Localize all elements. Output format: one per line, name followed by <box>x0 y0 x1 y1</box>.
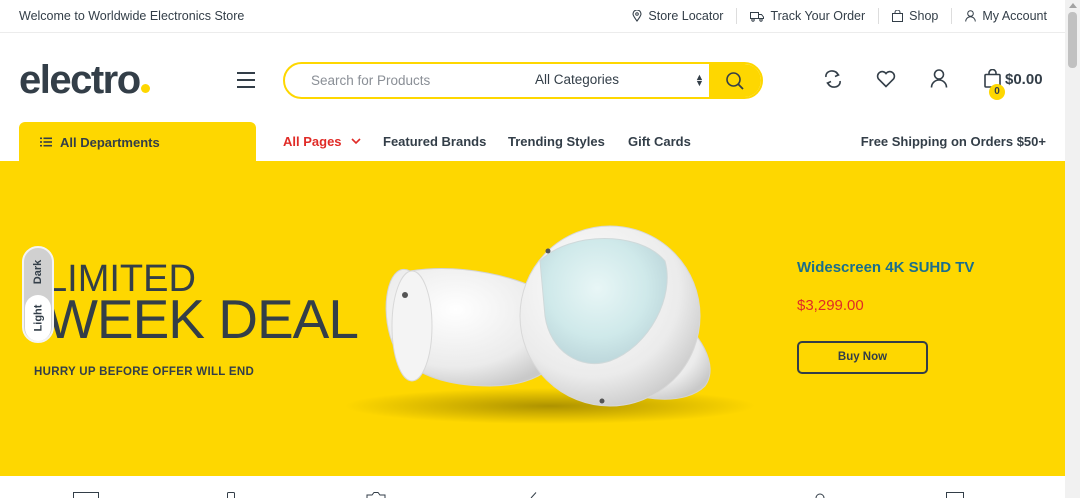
search-button[interactable] <box>709 64 761 97</box>
phone-icon <box>227 492 235 498</box>
free-shipping-promo: Free Shipping on Orders $50+ <box>860 134 1046 149</box>
site-logo[interactable]: electro <box>19 56 150 104</box>
search-input[interactable] <box>285 64 525 97</box>
heart-icon[interactable] <box>876 70 896 88</box>
welcome-text: Welcome to Worldwide Electronics Store <box>19 9 245 23</box>
hero-subtitle: HURRY UP BEFORE OFFER WILL END <box>34 366 255 378</box>
nav-trending-styles[interactable]: Trending Styles <box>508 134 605 149</box>
top-links: Store Locator Track Your Order Shop My A… <box>619 8 1047 24</box>
shopping-bag-icon <box>892 10 904 22</box>
track-order-label: Track Your Order <box>770 9 866 23</box>
light-mode-option[interactable]: Light <box>25 295 51 341</box>
hero-product-name[interactable]: Widescreen 4K SUHD TV <box>797 259 974 276</box>
category-select[interactable]: All Categories <box>535 72 619 87</box>
shop-label: Shop <box>909 9 939 23</box>
hero-banner: LIMITED WEEK DEAL HURRY UP BEFORE OFFER … <box>0 161 1065 476</box>
hero-product-price: $3,299.00 <box>797 297 864 314</box>
list-icon <box>40 137 52 147</box>
nav-all-pages[interactable]: All Pages <box>283 134 361 149</box>
buy-now-button[interactable]: Buy Now <box>797 341 928 374</box>
compare-icon[interactable] <box>823 70 843 88</box>
nav-gift-cards[interactable]: Gift Cards <box>628 134 691 149</box>
cart-total[interactable]: $0.00 <box>1005 71 1043 88</box>
map-pin-icon <box>632 10 642 22</box>
hamburger-menu-icon[interactable] <box>237 72 255 88</box>
scrollbar-thumb[interactable] <box>1068 12 1077 68</box>
store-locator-label: Store Locator <box>648 9 724 23</box>
top-bar: Welcome to Worldwide Electronics Store S… <box>0 0 1065 33</box>
page-scrollbar[interactable] <box>1065 0 1080 498</box>
light-label: Light <box>32 304 45 332</box>
hero-title-line2: WEEK DEAL <box>46 288 359 350</box>
my-account-link[interactable]: My Account <box>952 8 1047 24</box>
dark-label: Dark <box>32 259 44 285</box>
scroll-up-arrow-icon[interactable] <box>1069 3 1077 8</box>
headphones-icon <box>530 492 537 498</box>
truck-icon <box>750 11 765 22</box>
monitor-icon <box>73 492 99 498</box>
track-order-link[interactable]: Track Your Order <box>737 8 880 24</box>
store-locator-link[interactable]: Store Locator <box>619 8 738 24</box>
cart-count-badge: 0 <box>989 84 1005 100</box>
camera-icon <box>366 492 386 498</box>
watch-icon <box>815 493 825 498</box>
logo-dot <box>140 84 150 93</box>
nav-featured-brands[interactable]: Featured Brands <box>383 134 486 149</box>
dark-mode-option[interactable]: Dark <box>24 248 52 296</box>
all-departments-button[interactable]: All Departments <box>19 122 256 162</box>
logo-text: electro <box>19 58 141 102</box>
account-icon[interactable] <box>930 69 948 88</box>
search-bar: All Categories ▲▼ <box>283 62 763 99</box>
earbuds-image <box>345 225 755 424</box>
my-account-label: My Account <box>982 9 1047 23</box>
chevron-down-icon <box>351 138 361 145</box>
nav-all-pages-label: All Pages <box>283 134 342 149</box>
tablet-icon <box>946 492 964 498</box>
all-departments-label: All Departments <box>60 134 160 150</box>
select-arrows-icon: ▲ ▼ <box>695 72 704 88</box>
user-icon <box>965 10 977 22</box>
search-icon <box>726 71 744 90</box>
shop-link[interactable]: Shop <box>879 8 953 24</box>
theme-toggle[interactable]: Dark Light <box>22 246 54 343</box>
